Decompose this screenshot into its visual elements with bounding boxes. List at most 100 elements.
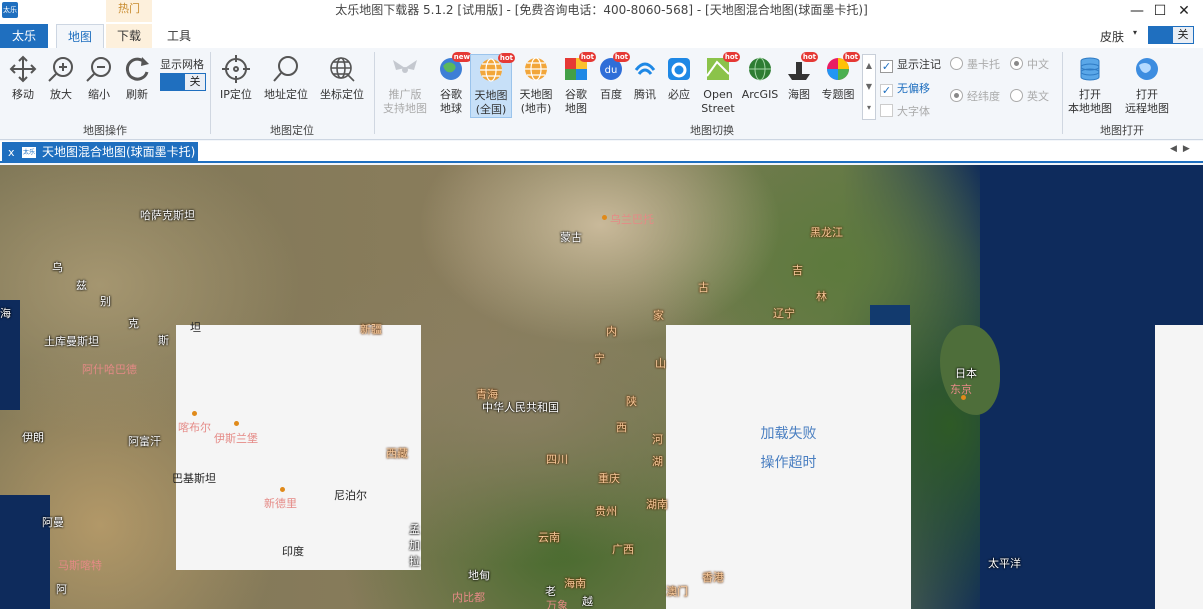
close-button[interactable]: ✕ bbox=[1172, 0, 1196, 22]
skin-menu[interactable]: 皮肤 bbox=[1100, 28, 1124, 45]
move-label: 移动 bbox=[12, 88, 34, 101]
hot-badge: hot bbox=[800, 52, 818, 62]
ip-locate-label: IP定位 bbox=[220, 88, 252, 101]
topic-map-button[interactable]: hot 专题图 bbox=[820, 52, 860, 102]
zoom-out-label: 缩小 bbox=[88, 88, 110, 101]
bing-icon bbox=[668, 58, 690, 80]
map-label: 尼泊尔 bbox=[334, 489, 367, 502]
scroll-down-icon[interactable]: ▼ bbox=[863, 76, 875, 97]
coord-locate-button[interactable]: 坐标定位 bbox=[318, 54, 366, 102]
tianditu-national-label: 天地图 (全国) bbox=[474, 89, 508, 116]
map-label: 太平洋 bbox=[988, 557, 1021, 570]
globe-icon bbox=[1136, 58, 1158, 80]
tab-scroll-arrows[interactable]: ◀▶ bbox=[1170, 144, 1196, 154]
grid-toggle[interactable]: 关 bbox=[160, 73, 206, 91]
map-label: 日本 bbox=[955, 367, 977, 380]
open-remote-map-button[interactable]: 打开 远程地图 bbox=[1120, 54, 1174, 116]
zoom-out-button[interactable]: 缩小 bbox=[82, 54, 116, 102]
tab-tools[interactable]: 工具 bbox=[156, 24, 202, 48]
map-view[interactable]: 加载失败 操作超时 哈萨克斯坦 乌兰巴托 蒙古 黑龙江 吉 林 辽宁 古 家 内… bbox=[0, 165, 1203, 609]
tianditu-city-button[interactable]: 天地图 (地市) bbox=[516, 54, 556, 116]
ribbon: 移动 放大 缩小 刷新 显示网格 关 地图操作 IP定位 地址定位 坐标定位 地… bbox=[0, 48, 1203, 140]
move-button[interactable]: 移动 bbox=[6, 54, 40, 102]
map-label: 西藏 bbox=[386, 447, 408, 460]
tab-download[interactable]: 下载 bbox=[106, 24, 152, 48]
map-label: 哈萨克斯坦 bbox=[140, 209, 195, 222]
latlon-radio[interactable]: 经纬度 bbox=[950, 88, 1000, 104]
gallery-expand-icon[interactable]: ▾ bbox=[863, 97, 875, 118]
document-tab[interactable]: x 太乐 天地图混合地图(球面墨卡托) bbox=[2, 142, 198, 163]
close-tab-icon[interactable]: x bbox=[8, 142, 15, 163]
radio-selected-icon bbox=[950, 89, 963, 102]
ip-locate-button[interactable]: IP定位 bbox=[216, 54, 256, 102]
baidu-map-button[interactable]: du hot 百度 bbox=[596, 52, 630, 102]
promo-maps-label: 推广版 支持地图 bbox=[383, 88, 427, 115]
baidu-label: 百度 bbox=[600, 88, 622, 101]
chinese-radio[interactable]: 中文 bbox=[1010, 56, 1049, 72]
chevron-down-icon[interactable]: ▾ bbox=[1133, 28, 1137, 37]
radio-empty-icon bbox=[950, 57, 963, 70]
topic-map-label: 专题图 bbox=[821, 88, 855, 101]
address-locate-button[interactable]: 地址定位 bbox=[262, 54, 310, 102]
tab-home[interactable]: 太乐 bbox=[0, 24, 48, 48]
map-label: 孟 bbox=[409, 523, 420, 536]
map-label: 重庆 bbox=[598, 472, 620, 485]
group-label-map-open: 地图打开 bbox=[1100, 124, 1144, 137]
map-label: 云南 bbox=[538, 531, 560, 544]
checkbox-empty-icon bbox=[880, 104, 893, 117]
map-label: 加 bbox=[409, 539, 420, 552]
bing-map-button[interactable]: 必应 bbox=[664, 54, 694, 102]
show-annotation-label: 显示注记 bbox=[897, 58, 941, 71]
move-icon bbox=[9, 55, 37, 83]
openstreet-label: Open Street bbox=[701, 88, 735, 115]
map-label: 湖南 bbox=[646, 498, 668, 511]
no-offset-checkbox[interactable]: ✓ 无偏移 bbox=[880, 80, 930, 97]
skin-toggle[interactable]: 关 bbox=[1148, 26, 1194, 44]
show-annotation-checkbox[interactable]: ✓ 显示注记 bbox=[880, 56, 941, 73]
sea-chart-button[interactable]: hot 海图 bbox=[784, 52, 818, 102]
gallery-scroll[interactable]: ▲ ▼ ▾ bbox=[862, 54, 876, 120]
map-label: 宁 bbox=[594, 352, 605, 365]
tianditu-national-button[interactable]: hot 天地图 (全国) bbox=[470, 53, 515, 118]
hot-badge: hot bbox=[578, 52, 596, 62]
minimize-button[interactable]: — bbox=[1125, 0, 1149, 22]
google-earth-button[interactable]: new 谷歌 地球 bbox=[434, 52, 472, 116]
window-title: 太乐地图下载器 5.1.2 [试用版] - [免费咨询电话：400-8060-5… bbox=[335, 3, 868, 17]
open-local-map-button[interactable]: 打开 本地地图 bbox=[1066, 54, 1114, 116]
hot-badge: hot bbox=[842, 52, 860, 62]
svg-text:du: du bbox=[605, 65, 618, 76]
scroll-up-icon[interactable]: ▲ bbox=[863, 55, 875, 76]
document-tab-bar: x 太乐 天地图混合地图(球面墨卡托) ◀▶ bbox=[0, 141, 1203, 163]
refresh-button[interactable]: 刷新 bbox=[120, 54, 154, 102]
tab-map[interactable]: 地图 bbox=[56, 24, 104, 48]
coord-locate-label: 坐标定位 bbox=[320, 88, 364, 101]
map-label: 蒙古 bbox=[560, 231, 582, 244]
maximize-button[interactable]: ☐ bbox=[1148, 0, 1172, 22]
large-font-checkbox[interactable]: 大字体 bbox=[880, 103, 930, 119]
new-badge: new bbox=[451, 52, 472, 62]
map-label: 香港 bbox=[702, 571, 724, 584]
promo-maps-button[interactable]: 推广版 支持地图 bbox=[382, 54, 428, 116]
google-map-button[interactable]: hot 谷歌 地图 bbox=[560, 52, 596, 116]
refresh-label: 刷新 bbox=[126, 88, 148, 101]
arcgis-map-button[interactable]: ArcGIS bbox=[740, 54, 780, 102]
map-label: 巴基斯坦 bbox=[172, 472, 216, 485]
openstreet-map-button[interactable]: hot Open Street bbox=[700, 52, 740, 116]
document-tab-label: 天地图混合地图(球面墨卡托) bbox=[42, 145, 196, 159]
map-label: 万象 bbox=[546, 599, 568, 609]
map-label: 伊斯兰堡 bbox=[214, 432, 258, 445]
map-label: 古 bbox=[698, 281, 709, 294]
english-radio[interactable]: 英文 bbox=[1010, 88, 1049, 104]
database-icon bbox=[1080, 57, 1100, 81]
map-label: 内比都 bbox=[452, 591, 485, 604]
map-label: 吉 bbox=[792, 264, 803, 277]
open-local-map-label: 打开 本地地图 bbox=[1068, 88, 1112, 115]
tencent-map-button[interactable]: 腾讯 bbox=[630, 54, 660, 102]
map-label: 地甸 bbox=[468, 569, 490, 582]
mercator-radio[interactable]: 墨卡托 bbox=[950, 56, 1000, 72]
grid-toggle-label: 关 bbox=[185, 74, 205, 90]
english-label: 英文 bbox=[1027, 90, 1049, 103]
zoom-in-button[interactable]: 放大 bbox=[44, 54, 78, 102]
group-label-map-switch: 地图切换 bbox=[690, 124, 734, 137]
map-label: 澳门 bbox=[666, 585, 688, 598]
